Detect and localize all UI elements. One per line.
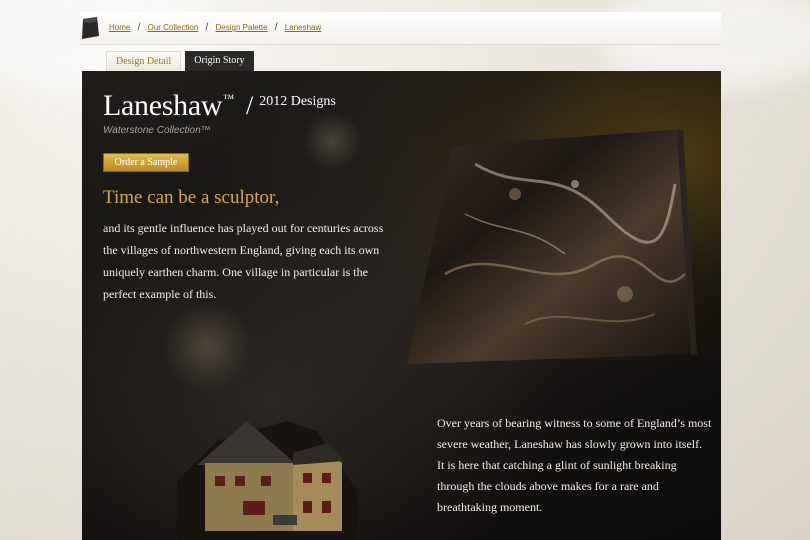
breadcrumb-separator: /	[205, 22, 209, 33]
product-title-row: Laneshaw™ / 2012 Designs	[103, 89, 336, 123]
site-header: Home / Our Collection / Design Palette /…	[80, 12, 721, 45]
tab-origin-story[interactable]: Origin Story	[185, 51, 254, 71]
breadcrumb-separator: /	[274, 22, 278, 33]
breadcrumb-home[interactable]: Home	[109, 23, 130, 32]
origin-story-panel: Laneshaw™ / 2012 Designs Waterstone Collec…	[82, 71, 721, 540]
breadcrumb-design-palette[interactable]: Design Palette	[216, 23, 268, 32]
tab-design-detail[interactable]: Design Detail	[106, 51, 182, 71]
story-paragraph-2: Over years of bearing witness to some of…	[437, 416, 712, 514]
stone-slab-image	[407, 129, 697, 364]
order-sample-button[interactable]: Order a Sample	[103, 153, 189, 172]
story-paragraph-1: and its gentle influence has played out …	[103, 221, 384, 301]
story-headline: Time can be a sculptor,	[103, 187, 280, 208]
trademark-symbol: ™	[223, 93, 234, 105]
title-divider: /	[246, 91, 254, 120]
breadcrumb-our-collection[interactable]: Our Collection	[148, 23, 199, 32]
logo-stone-icon[interactable]	[80, 16, 100, 40]
bokeh-light	[162, 301, 252, 391]
design-year: 2012 Designs	[259, 94, 336, 109]
product-title: Laneshaw	[103, 89, 223, 122]
tab-bar: Design Detail Origin Story	[106, 51, 254, 71]
collection-name: Waterstone Collection™	[103, 125, 211, 136]
breadcrumb-laneshaw[interactable]: Laneshaw	[285, 23, 321, 32]
stone-house-image	[177, 421, 357, 540]
breadcrumb: Home / Our Collection / Design Palette /…	[109, 22, 321, 33]
breadcrumb-separator: /	[137, 22, 141, 33]
